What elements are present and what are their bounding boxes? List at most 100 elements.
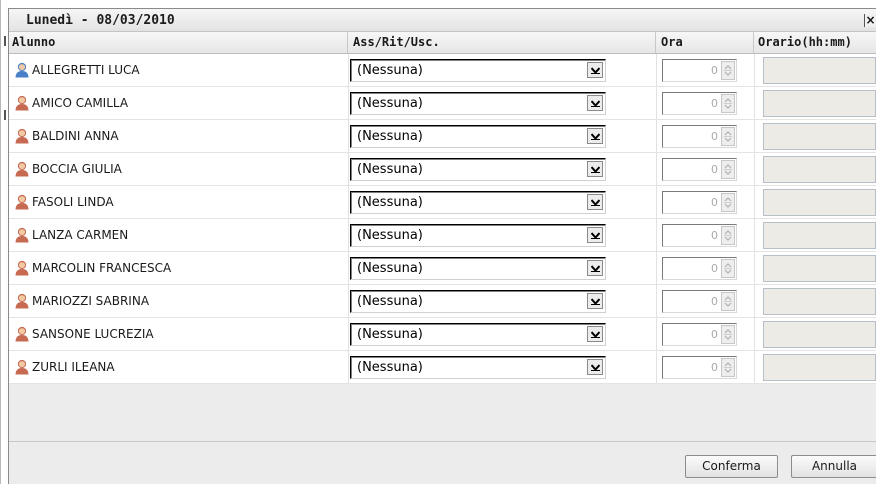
- close-icon[interactable]: ×: [864, 14, 876, 27]
- status-select-value: (Nessuna): [357, 96, 423, 111]
- column-separator: [754, 120, 755, 153]
- status-select-value: (Nessuna): [357, 162, 423, 177]
- student-row: ALLEGRETTI LUCA (Nessuna) 0: [9, 54, 876, 87]
- dialog-titlebar[interactable]: Lunedì - 08/03/2010 ×: [9, 9, 876, 32]
- spinner-icon[interactable]: [721, 193, 735, 212]
- orario-field[interactable]: [763, 255, 876, 282]
- ora-value: 0: [711, 64, 718, 77]
- status-select[interactable]: (Nessuna): [350, 257, 606, 280]
- column-header-ora[interactable]: Ora: [656, 32, 754, 53]
- status-select[interactable]: (Nessuna): [350, 290, 606, 313]
- status-select[interactable]: (Nessuna): [350, 191, 606, 214]
- status-select[interactable]: (Nessuna): [350, 323, 606, 346]
- student-name: FASOLI LINDA: [32, 195, 114, 209]
- male-student-icon: [14, 62, 30, 78]
- status-select[interactable]: (Nessuna): [350, 356, 606, 379]
- spinner-icon[interactable]: [721, 127, 735, 146]
- attendance-dialog: Lunedì - 08/03/2010 × Alunno Ass/Rit/Usc…: [8, 8, 876, 484]
- ora-spinner-input[interactable]: 0: [662, 59, 737, 82]
- ora-value: 0: [711, 130, 718, 143]
- student-name: SANSONE LUCREZIA: [32, 327, 154, 341]
- spinner-icon[interactable]: [721, 61, 735, 80]
- student-row: MARCOLIN FRANCESCA (Nessuna) 0: [9, 252, 876, 285]
- grid-header: Alunno Ass/Rit/Usc. Ora Orario(hh:mm): [9, 32, 876, 54]
- ora-spinner-input[interactable]: 0: [662, 257, 737, 280]
- column-separator: [656, 186, 657, 219]
- column-header-orario[interactable]: Orario(hh:mm): [754, 32, 876, 53]
- footer-divider: [9, 441, 876, 442]
- orario-field[interactable]: [763, 354, 876, 381]
- ora-spinner-input[interactable]: 0: [662, 158, 737, 181]
- spinner-icon[interactable]: [721, 160, 735, 179]
- chevron-down-icon[interactable]: [587, 62, 603, 78]
- window-edge: [0, 0, 1, 484]
- status-select[interactable]: (Nessuna): [350, 158, 606, 181]
- spinner-icon[interactable]: [721, 325, 735, 344]
- chevron-down-icon[interactable]: [587, 227, 603, 243]
- edge-tick: [4, 36, 6, 46]
- column-separator: [656, 153, 657, 186]
- ora-value: 0: [711, 328, 718, 341]
- column-separator: [656, 285, 657, 318]
- chevron-down-icon[interactable]: [587, 326, 603, 342]
- student-name: BALDINI ANNA: [32, 129, 119, 143]
- chevron-down-icon[interactable]: [587, 260, 603, 276]
- chevron-down-icon[interactable]: [587, 161, 603, 177]
- spinner-icon[interactable]: [721, 292, 735, 311]
- orario-field[interactable]: [763, 156, 876, 183]
- cancel-button[interactable]: Annulla: [791, 455, 876, 478]
- status-select[interactable]: (Nessuna): [350, 59, 606, 82]
- ora-spinner-input[interactable]: 0: [662, 356, 737, 379]
- orario-field[interactable]: [763, 222, 876, 249]
- ora-spinner-input[interactable]: 0: [662, 224, 737, 247]
- orario-field[interactable]: [763, 90, 876, 117]
- chevron-down-icon[interactable]: [587, 293, 603, 309]
- ora-value: 0: [711, 229, 718, 242]
- student-name: BOCCIA GIULIA: [32, 162, 122, 176]
- orario-field[interactable]: [763, 123, 876, 150]
- female-student-icon: [14, 128, 30, 144]
- ora-value: 0: [711, 262, 718, 275]
- status-select[interactable]: (Nessuna): [350, 92, 606, 115]
- column-separator: [754, 153, 755, 186]
- chevron-down-icon[interactable]: [587, 194, 603, 210]
- status-select-value: (Nessuna): [357, 129, 423, 144]
- column-separator: [348, 120, 349, 153]
- ora-spinner-input[interactable]: 0: [662, 290, 737, 313]
- status-select[interactable]: (Nessuna): [350, 224, 606, 247]
- confirm-button[interactable]: Conferma: [685, 455, 778, 478]
- status-select-value: (Nessuna): [357, 294, 423, 309]
- column-separator: [656, 54, 657, 87]
- column-separator: [656, 120, 657, 153]
- student-row: LANZA CARMEN (Nessuna) 0: [9, 219, 876, 252]
- chevron-down-icon[interactable]: [587, 359, 603, 375]
- spinner-icon[interactable]: [721, 358, 735, 377]
- column-header-ass-rit-usc[interactable]: Ass/Rit/Usc.: [348, 32, 656, 53]
- ora-spinner-input[interactable]: 0: [662, 323, 737, 346]
- student-row: AMICO CAMILLA (Nessuna) 0: [9, 87, 876, 120]
- chevron-down-icon[interactable]: [587, 128, 603, 144]
- column-separator: [754, 219, 755, 252]
- status-select-value: (Nessuna): [357, 195, 423, 210]
- column-separator: [754, 351, 755, 384]
- column-header-alunno[interactable]: Alunno: [9, 32, 348, 53]
- column-separator: [348, 153, 349, 186]
- orario-field[interactable]: [763, 57, 876, 84]
- ora-spinner-input[interactable]: 0: [662, 191, 737, 214]
- status-select[interactable]: (Nessuna): [350, 125, 606, 148]
- female-student-icon: [14, 161, 30, 177]
- female-student-icon: [14, 194, 30, 210]
- spinner-icon[interactable]: [721, 259, 735, 278]
- orario-field[interactable]: [763, 321, 876, 348]
- spinner-icon[interactable]: [721, 94, 735, 113]
- column-separator: [754, 87, 755, 120]
- orario-field[interactable]: [763, 189, 876, 216]
- column-separator: [348, 318, 349, 351]
- spinner-icon[interactable]: [721, 226, 735, 245]
- ora-spinner-input[interactable]: 0: [662, 125, 737, 148]
- student-row: FASOLI LINDA (Nessuna) 0: [9, 186, 876, 219]
- ora-spinner-input[interactable]: 0: [662, 92, 737, 115]
- orario-field[interactable]: [763, 288, 876, 315]
- chevron-down-icon[interactable]: [587, 95, 603, 111]
- female-student-icon: [14, 359, 30, 375]
